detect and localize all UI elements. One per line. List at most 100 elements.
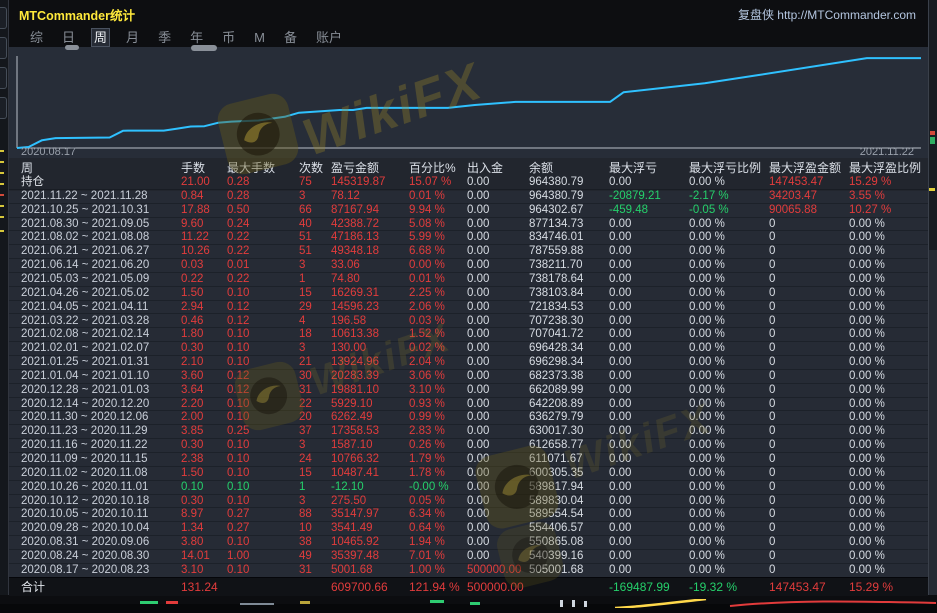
table-row[interactable]: 14.011.004935397.487.01 %0.00540399.160.… [9, 550, 928, 564]
column-header[interactable]: 最大浮盈金额 [769, 160, 841, 176]
table-row[interactable]: 8.970.278835147.976.34 %0.00589554.540.0… [9, 508, 928, 522]
table-cell: 0.30 [181, 439, 203, 453]
table-cell: 0.00 % [849, 356, 885, 370]
column-header[interactable]: 最大浮亏 [609, 160, 657, 176]
table-cell: 4 [299, 315, 305, 329]
menu-item-备[interactable]: 备 [281, 29, 300, 46]
table-cell: 35147.97 [331, 508, 379, 522]
row-label: 2020.11.16 ~ 2020.11.22 [21, 439, 148, 453]
table-row[interactable]: 21.000.2875145319.8715.07 %0.00964380.79… [9, 176, 928, 190]
table-cell: 40 [299, 218, 312, 232]
row-label: 2020.08.24 ~ 2020.08.30 [21, 550, 149, 564]
table-cell: 834746.01 [529, 231, 583, 245]
table-cell: 15.29 % [849, 176, 891, 190]
table-cell: 0.00 % [849, 273, 885, 287]
table-cell: 11.22 [181, 231, 209, 245]
column-header[interactable]: 手数 [181, 160, 205, 176]
table-cell: 0.00 % [849, 481, 885, 495]
table-row[interactable]: 11.220.225147186.135.99 %0.00834746.010.… [9, 231, 928, 245]
menu-item-币[interactable]: 币 [219, 29, 238, 46]
column-header[interactable]: 百分比% [409, 160, 456, 176]
table-cell: 0 [769, 328, 775, 342]
table-cell: 787559.88 [529, 245, 583, 259]
table-cell: 0.00 [467, 342, 489, 356]
table-cell: 0 [769, 467, 775, 481]
menu-item-M[interactable]: M [251, 29, 268, 46]
table-cell: 0.00 [609, 508, 631, 522]
table-cell: 0.00 % [689, 550, 725, 564]
table-cell: 0.00 % [849, 495, 885, 509]
column-header[interactable]: 盈亏金额 [331, 160, 379, 176]
table-cell: 5.99 % [409, 231, 445, 245]
table-cell: 0.00 % [849, 536, 885, 550]
menu-item-月[interactable]: 月 [123, 29, 142, 46]
menu-item-周[interactable]: 周 [91, 28, 110, 47]
table-cell: 0.00 % [849, 508, 885, 522]
table-row[interactable]: 3.100.10315001.681.00 %500000.00505001.6… [9, 564, 928, 578]
table-row[interactable]: 0.300.103275.500.05 %0.00589830.040.000.… [9, 495, 928, 509]
table-row[interactable]: 3.600.123020283.393.06 %0.00682373.380.0… [9, 370, 928, 384]
table-cell: 0 [769, 301, 775, 315]
table-cell: 707041.72 [529, 328, 583, 342]
menu-item-季[interactable]: 季 [155, 29, 174, 46]
table-row[interactable]: 3.640.123119881.103.10 %0.00662089.990.0… [9, 384, 928, 398]
title-bar[interactable]: MTCommander统计 复盘侠 http://MTCommander.com [9, 0, 928, 28]
column-header[interactable]: 出入金 [467, 160, 503, 176]
menu-item-综[interactable]: 综 [27, 29, 46, 46]
table-row[interactable]: 2.100.102113924.962.04 %0.00696298.340.0… [9, 356, 928, 370]
table-cell: 3 [299, 495, 305, 509]
table-row[interactable]: 2.940.122914596.232.06 %0.00721834.530.0… [9, 301, 928, 315]
table-cell: 0.12 [227, 301, 249, 315]
table-row[interactable]: 0.100.101-12.10-0.00 %0.00589817.940.000… [9, 481, 928, 495]
table-row[interactable]: 0.220.22174.800.01 %0.00738178.640.000.0… [9, 273, 928, 287]
column-header[interactable]: 最大浮亏比例 [689, 160, 761, 176]
column-header[interactable]: 最大浮盈比例 [849, 160, 921, 176]
table-cell: 51 [299, 231, 312, 245]
table-cell: 0 [769, 481, 775, 495]
table-cell: 0.00 % [849, 411, 885, 425]
menu-item-年[interactable]: 年 [187, 29, 206, 46]
column-header[interactable]: 周 [21, 160, 33, 176]
row-label: 2020.12.28 ~ 2021.01.03 [21, 384, 149, 398]
table-cell: 3.85 [181, 425, 203, 439]
table-row[interactable]: 0.030.01333.060.00 %0.00738211.700.000.0… [9, 259, 928, 273]
brand-link[interactable]: 复盘侠 http://MTCommander.com [738, 6, 916, 23]
table-cell: 0.00 [609, 481, 631, 495]
table-row[interactable]: 1.340.27103541.490.64 %0.00554406.570.00… [9, 522, 928, 536]
table-cell: 2.10 [181, 356, 203, 370]
table-cell: 0.10 [227, 495, 249, 509]
table-row[interactable]: 9.600.244042388.725.08 %0.00877134.730.0… [9, 218, 928, 232]
table-total-row[interactable]: 131.24609700.66121.94 %500000.00-169487.… [9, 577, 928, 596]
table-cell: 0.01 % [409, 273, 445, 287]
table-row[interactable]: 1.500.101516269.312.25 %0.00738103.840.0… [9, 287, 928, 301]
table-cell: 0.03 [181, 259, 203, 273]
table-row[interactable]: 0.300.1031587.100.26 %0.00612658.770.000… [9, 439, 928, 453]
menu-item-日[interactable]: 日 [59, 29, 78, 46]
table-row[interactable]: 2.000.10206262.490.99 %0.00636279.790.00… [9, 411, 928, 425]
table-row[interactable]: 0.460.124196.580.03 %0.00707238.300.000.… [9, 315, 928, 329]
table-row[interactable]: 2.200.10225929.100.93 %0.00642208.890.00… [9, 398, 928, 412]
menu-item-账户[interactable]: 账户 [313, 29, 345, 46]
table-row[interactable]: 3.800.103810465.921.94 %0.00550865.080.0… [9, 536, 928, 550]
table-row[interactable]: 17.880.506687167.949.94 %0.00964302.67-4… [9, 204, 928, 218]
table-row[interactable]: 2.380.102410766.321.79 %0.00611071.670.0… [9, 453, 928, 467]
table-row[interactable]: 0.840.28378.120.01 %0.00964380.79-20879.… [9, 190, 928, 204]
table-cell: 16269.31 [331, 287, 379, 301]
table-row[interactable]: 3.850.253717358.532.83 %0.00630017.300.0… [9, 425, 928, 439]
table-cell: 0.00 % [689, 370, 725, 384]
table-cell: 0.10 [227, 467, 249, 481]
table-cell: 5001.68 [331, 564, 373, 578]
table-cell: 6.34 % [409, 508, 445, 522]
row-label: 2021.11.22 ~ 2021.11.28 [21, 190, 148, 204]
table-cell: 0.00 % [689, 508, 725, 522]
table-row[interactable]: 0.300.103130.000.02 %0.00696428.340.000.… [9, 342, 928, 356]
column-header[interactable]: 余额 [529, 160, 553, 176]
table-row[interactable]: 1.800.101810613.381.52 %0.00707041.720.0… [9, 328, 928, 342]
table-row[interactable]: 10.260.225149348.186.68 %0.00787559.880.… [9, 245, 928, 259]
table-row[interactable]: 1.500.101510487.411.78 %0.00600305.350.0… [9, 467, 928, 481]
table-cell: 49 [299, 550, 312, 564]
table-cell: 0.00 % [849, 398, 885, 412]
table-cell: 0.10 [227, 439, 249, 453]
table-cell: 29 [299, 301, 312, 315]
table-cell: 47186.13 [331, 231, 379, 245]
